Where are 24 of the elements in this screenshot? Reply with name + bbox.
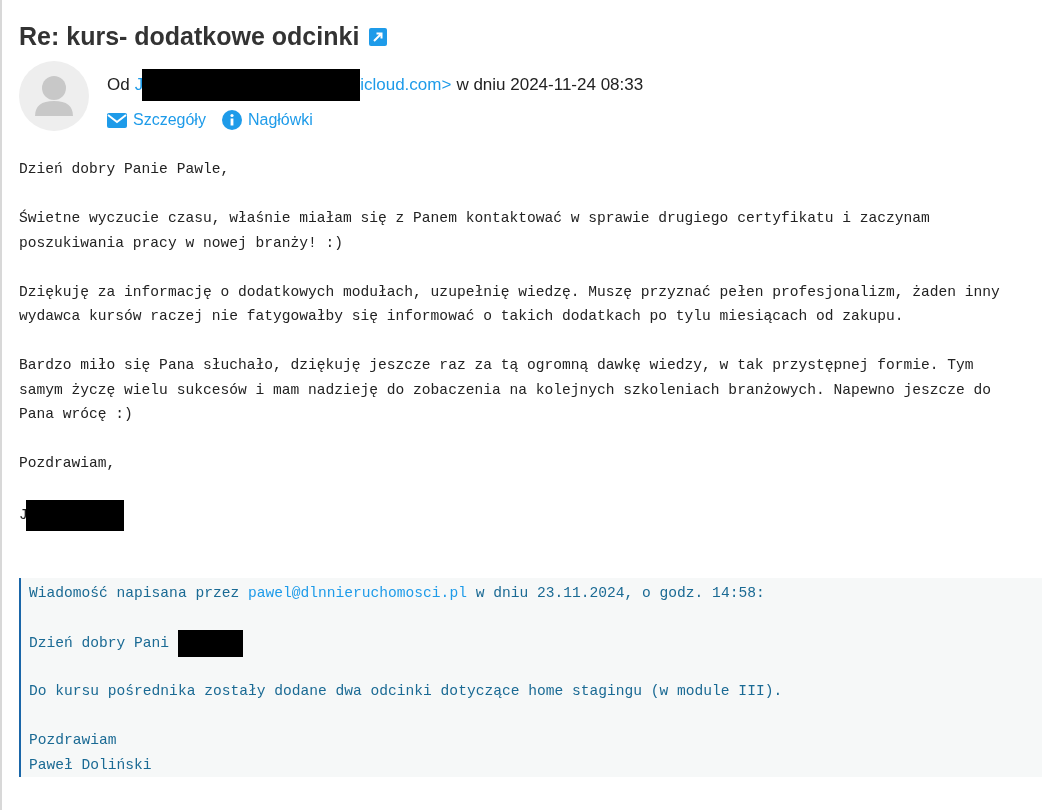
header-link[interactable]: Szczegóły (133, 111, 206, 129)
message-paragraph: Bardzo miło się Pana słuchało, dziękuję jeszcze raz za tą ogromną dawkę wiedzy, w tak przystępnej formie. Tym samym życzę wielu sukcesów i mam nadzieję do zobaczenia na kolejnych szkoleniach branżowych. Napewno jeszcze do Pana wrócę :) (19, 356, 993, 424)
quote-greeting: Dzień dobry Pani (29, 634, 170, 654)
message-paragraph: Dzień dobry Panie Pawle, (19, 160, 231, 179)
header-link[interactable]: Nagłówki (247, 111, 313, 129)
message-paragraph: Dziękuję za informację o dodatkowych modułach, uzupełnię wiedzę. Muszę przyznać pełen profesjonalizm, żaden inny wydawca kursów raczej nie fatygowałby się informować o takich dodatkach po tylu miesiącach od zakupu. (19, 282, 1001, 326)
envelope-icon[interactable] (107, 112, 127, 128)
message-paragraph: Pozdrawiam, (19, 454, 117, 473)
message-paragraph: Świetne wyczucie czasu, właśnie miałam się z Panem kontaktować w sprawie drugiego certyfikatu i zaczynam poszukiwania pracy w nowej branży! :) (19, 208, 931, 253)
quote-paragraph: Do kursu pośrednika zostały dodane dwa odcinki dotyczące home stagingu (w module III). (29, 682, 784, 701)
quote-closing: Pozdrawiam (29, 731, 118, 750)
sender-link[interactable]: J (134, 75, 144, 95)
email-link[interactable]: pawel@dlnnieruchomosci.pl (247, 585, 467, 601)
signature-text: J (19, 506, 28, 526)
quote-closing: Paweł Doliński (29, 755, 153, 775)
from-label: Od (107, 75, 130, 95)
sender-link[interactable]: icloud.com> (360, 75, 452, 95)
email-subject: Re: kurs- dodatkowe odcinki (19, 22, 360, 51)
date-text: w dniu 2024-11-24 08:33 (456, 75, 644, 95)
redaction-bar (178, 630, 244, 657)
quote-intro: Wiadomość napisana przez pawel@dlnnieruchomosci.pl w dniu 23.11.2024, o godz. 14:58: (29, 584, 766, 603)
avatar-icon (19, 61, 89, 131)
external-link-icon[interactable] (369, 27, 388, 46)
info-icon[interactable] (221, 110, 242, 130)
